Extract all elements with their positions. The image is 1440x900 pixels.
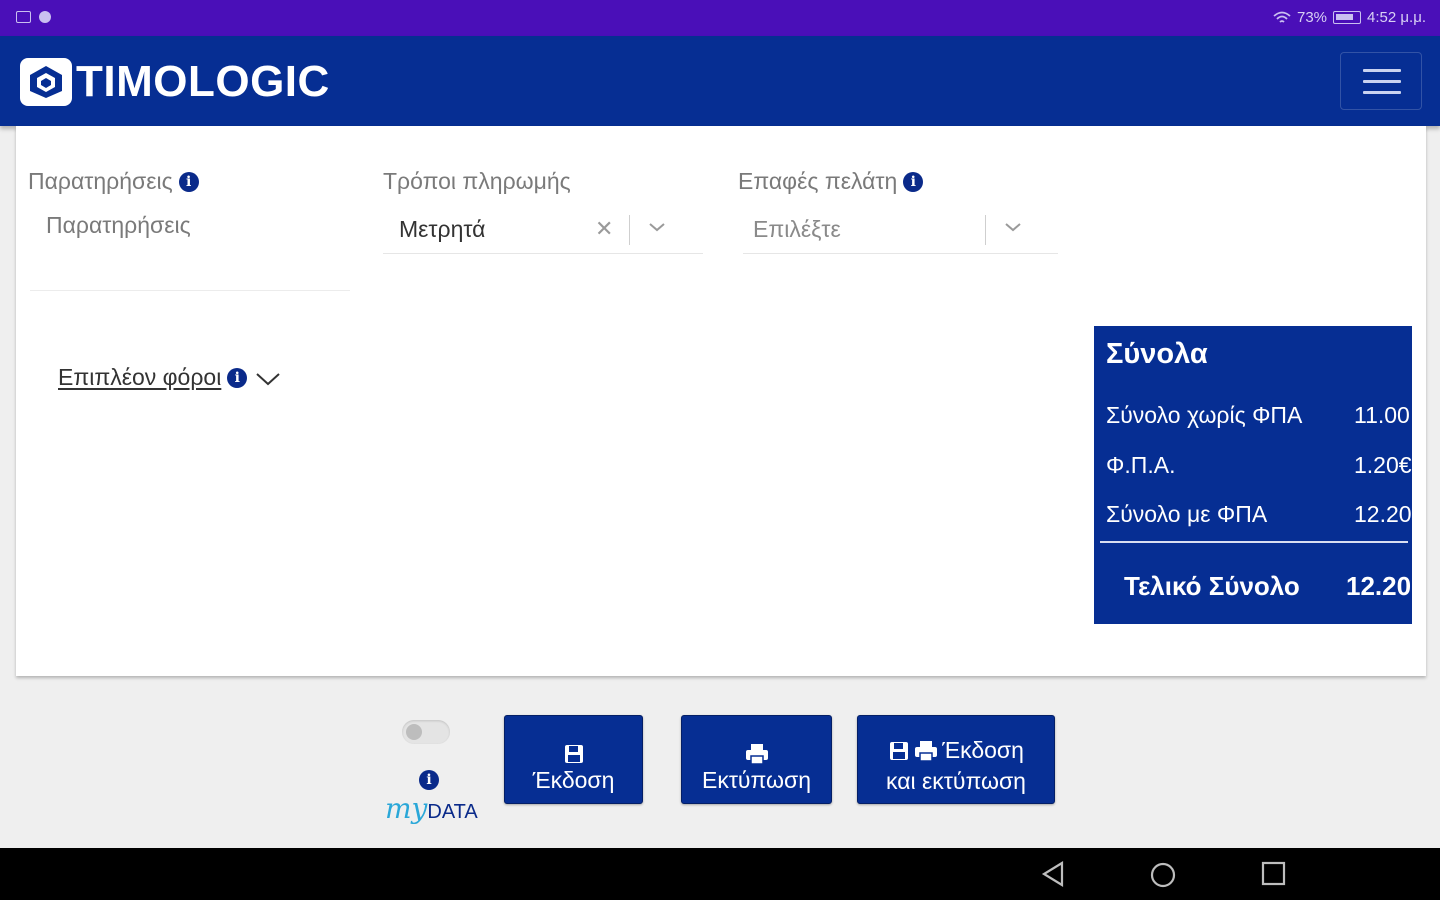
info-icon[interactable]: i [419,770,439,790]
notification-icon [16,11,31,23]
notes-label-text: Παρατηρήσεις [28,168,173,194]
vat-value: 1.20€ [1354,452,1412,478]
total-with-vat-value: 12.20 [1354,501,1412,527]
extra-taxes-label: Επιπλέον φόροι [58,364,222,390]
subtotal-label: Σύνολο χωρίς ΦΠΑ [1106,402,1303,428]
notification-dot-icon [39,11,51,23]
final-total-value: 12.20 [1346,571,1412,601]
extra-taxes-toggle[interactable]: Επιπλέον φόροι i [58,364,283,391]
mydata-toggle[interactable] [402,720,450,744]
issue-print-label-line1: Έκδοση [942,737,1024,763]
home-icon[interactable] [1148,860,1178,890]
clock: 4:52 μ.μ. [1367,9,1426,26]
notes-input[interactable]: Παρατηρήσεις [30,206,350,291]
chevron-down-icon [256,372,281,385]
mydata-logo-my: my [385,792,428,825]
menu-icon-bar [1363,91,1401,94]
totals-divider [1100,541,1408,543]
select-separator [629,215,630,245]
total-with-vat-label: Σύνολο με ΦΠΑ [1106,501,1268,527]
back-icon[interactable] [1040,860,1066,888]
totals-title: Σύνολα [1106,338,1208,370]
payment-label-text: Τρόποι πληρωμής [383,168,571,194]
print-button-label: Εκτύπωση [702,766,811,793]
status-right: 73% 4:52 μ.μ. [1273,9,1426,26]
menu-button[interactable] [1340,52,1422,110]
save-icon [564,744,583,763]
vat-label: Φ.Π.Α. [1106,452,1176,478]
app-title: TIMOLOGIC [76,57,330,106]
final-total-label: Τελικό Σύνολο [1124,571,1300,601]
select-separator [985,215,986,245]
app-bar: TIMOLOGIC [0,36,1440,126]
save-icon [890,741,909,760]
menu-icon-bar [1363,80,1401,83]
printer-icon [915,740,938,762]
print-button[interactable]: Εκτύπωση [681,715,832,804]
status-notifications [16,11,51,23]
toggle-knob [406,724,422,740]
subtotal-value: 11.00 [1354,402,1410,428]
chevron-down-icon[interactable] [647,220,667,234]
invoice-card: Παρατηρήσεις i Παρατηρήσεις Τρόποι πληρω… [16,126,1426,676]
logo-mark-icon [20,58,72,106]
payment-label: Τρόποι πληρωμής [383,168,571,195]
status-bar: 73% 4:52 μ.μ. [0,0,1440,36]
contacts-select[interactable]: Επιλέξτε [743,206,1058,254]
payment-select[interactable]: Μετρητά ✕ [383,206,703,254]
issue-print-label-line2: και εκτύπωση [886,767,1026,794]
notes-placeholder: Παρατηρήσεις [46,212,191,238]
contacts-label: Επαφές πελάτη i [738,168,924,195]
info-icon[interactable]: i [903,171,924,192]
printer-icon [745,743,768,765]
contacts-placeholder: Επιλέξτε [753,216,841,242]
info-icon[interactable]: i [227,367,248,388]
app-logo[interactable]: TIMOLOGIC [20,58,330,106]
issue-button[interactable]: Έκδοση [504,715,643,804]
chevron-down-icon[interactable] [1003,220,1023,234]
close-icon[interactable]: ✕ [595,216,613,242]
battery-percent: 73% [1296,9,1328,26]
recents-icon[interactable] [1260,860,1288,888]
navigation-bar [0,848,1440,900]
mydata-logo-data: DATA [427,801,478,823]
contacts-label-text: Επαφές πελάτη [738,168,898,194]
mydata-logo: myDATA [385,792,478,825]
wifi-icon [1273,11,1291,23]
info-icon[interactable]: i [178,171,199,192]
issue-and-print-button[interactable]: Έκδοση και εκτύπωση [857,715,1055,804]
battery-icon [1333,11,1362,24]
payment-value: Μετρητά [399,216,486,242]
totals-panel: Σύνολα Σύνολο χωρίς ΦΠΑ 11.00 Φ.Π.Α. 1.2… [1094,326,1412,624]
issue-button-label: Έκδοση [532,766,615,793]
menu-icon [1363,69,1401,72]
notes-label: Παρατηρήσεις i [28,168,199,195]
